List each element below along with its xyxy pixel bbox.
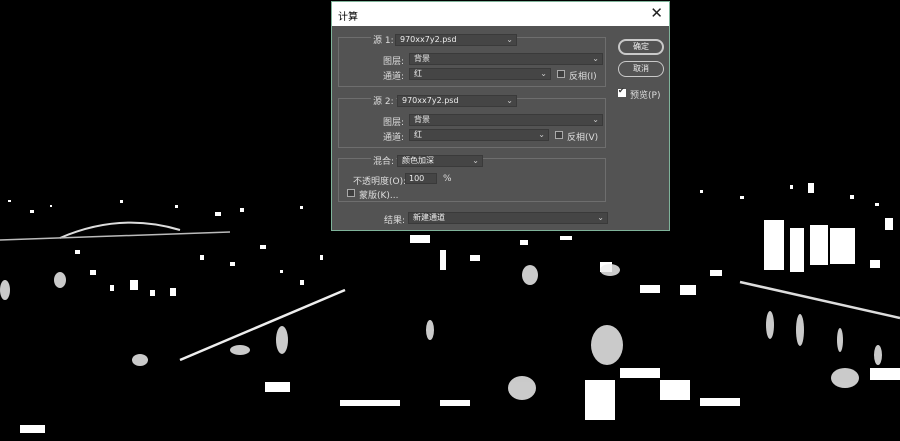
source1-file-value: 970xx7y2.psd — [400, 35, 457, 44]
source1-label: 源 1: — [371, 33, 396, 46]
close-icon[interactable]: ✕ — [650, 4, 663, 22]
source1-layer-select[interactable]: 背景 ⌄ — [409, 53, 603, 65]
source2-layer-select[interactable]: 背景 ⌄ — [409, 114, 603, 126]
mask-checkbox[interactable] — [347, 189, 355, 197]
opacity-unit: % — [443, 174, 452, 184]
source1-file-select[interactable]: 970xx7y2.psd ⌄ — [395, 34, 517, 46]
chevron-down-icon: ⌄ — [506, 96, 513, 105]
chevron-down-icon: ⌄ — [597, 213, 604, 222]
preview-checkbox[interactable] — [618, 86, 626, 97]
blending-mode-select[interactable]: 颜色加深 ⌄ — [397, 155, 483, 167]
source1-group: 源 1: 970xx7y2.psd ⌄ 图层: 背景 ⌄ 通道: 红 ⌄ 反相(I) — [338, 33, 606, 87]
dialog-titlebar: 计算 ✕ — [332, 2, 669, 26]
result-label: 结果: — [384, 216, 406, 226]
chevron-down-icon: ⌄ — [592, 54, 599, 63]
chevron-down-icon: ⌄ — [592, 115, 599, 124]
opacity-value: 100 — [409, 174, 425, 183]
source2-invert-label: 反相(V) — [567, 133, 599, 143]
opacity-input[interactable]: 100 — [405, 173, 437, 184]
source1-invert-label: 反相(I) — [569, 72, 597, 82]
calculations-dialog: 计算 ✕ 源 1: 970xx7y2.psd ⌄ 图层: 背景 ⌄ 通道: 红 ⌄ 反… — [331, 1, 670, 231]
source1-channel-value: 红 — [414, 69, 422, 78]
source1-layer-label: 图层: — [383, 57, 405, 67]
cancel-button[interactable]: 取消 — [618, 61, 664, 77]
source2-channel-select[interactable]: 红 ⌄ — [409, 129, 549, 141]
source2-layer-label: 图层: — [383, 118, 405, 128]
blending-mode-value: 颜色加深 — [402, 156, 434, 165]
chevron-down-icon: ⌄ — [472, 156, 479, 165]
chevron-down-icon: ⌄ — [540, 69, 547, 78]
source2-label: 源 2: — [371, 94, 396, 107]
preview-label: 预览(P) — [630, 91, 661, 101]
source1-channel-label: 通道: — [383, 72, 405, 82]
result-value: 新建通道 — [413, 213, 445, 222]
result-select[interactable]: 新建通道 ⌄ — [408, 212, 608, 224]
source2-channel-label: 通道: — [383, 133, 405, 143]
mask-label: 蒙版(K)... — [359, 191, 399, 201]
source2-group: 源 2: 970xx7y2.psd ⌄ 图层: 背景 ⌄ 通道: 红 ⌄ 反相(V) — [338, 94, 606, 148]
opacity-label: 不透明度(O): — [353, 177, 407, 187]
ok-button[interactable]: 确定 — [618, 39, 664, 55]
chevron-down-icon: ⌄ — [538, 130, 545, 139]
source2-channel-value: 红 — [414, 130, 422, 139]
source1-invert-checkbox[interactable] — [557, 70, 565, 78]
blending-label: 混合: — [371, 154, 397, 167]
dialog-title: 计算 — [338, 12, 358, 23]
chevron-down-icon: ⌄ — [506, 35, 513, 44]
source1-channel-select[interactable]: 红 ⌄ — [409, 68, 551, 80]
blending-group: 混合: 颜色加深 ⌄ 不透明度(O): 100 % 蒙版(K)... — [338, 154, 606, 202]
source1-layer-value: 背景 — [414, 54, 430, 63]
source2-file-select[interactable]: 970xx7y2.psd ⌄ — [397, 95, 517, 107]
source2-layer-value: 背景 — [414, 115, 430, 124]
source2-invert-checkbox[interactable] — [555, 131, 563, 139]
source2-file-value: 970xx7y2.psd — [402, 96, 459, 105]
